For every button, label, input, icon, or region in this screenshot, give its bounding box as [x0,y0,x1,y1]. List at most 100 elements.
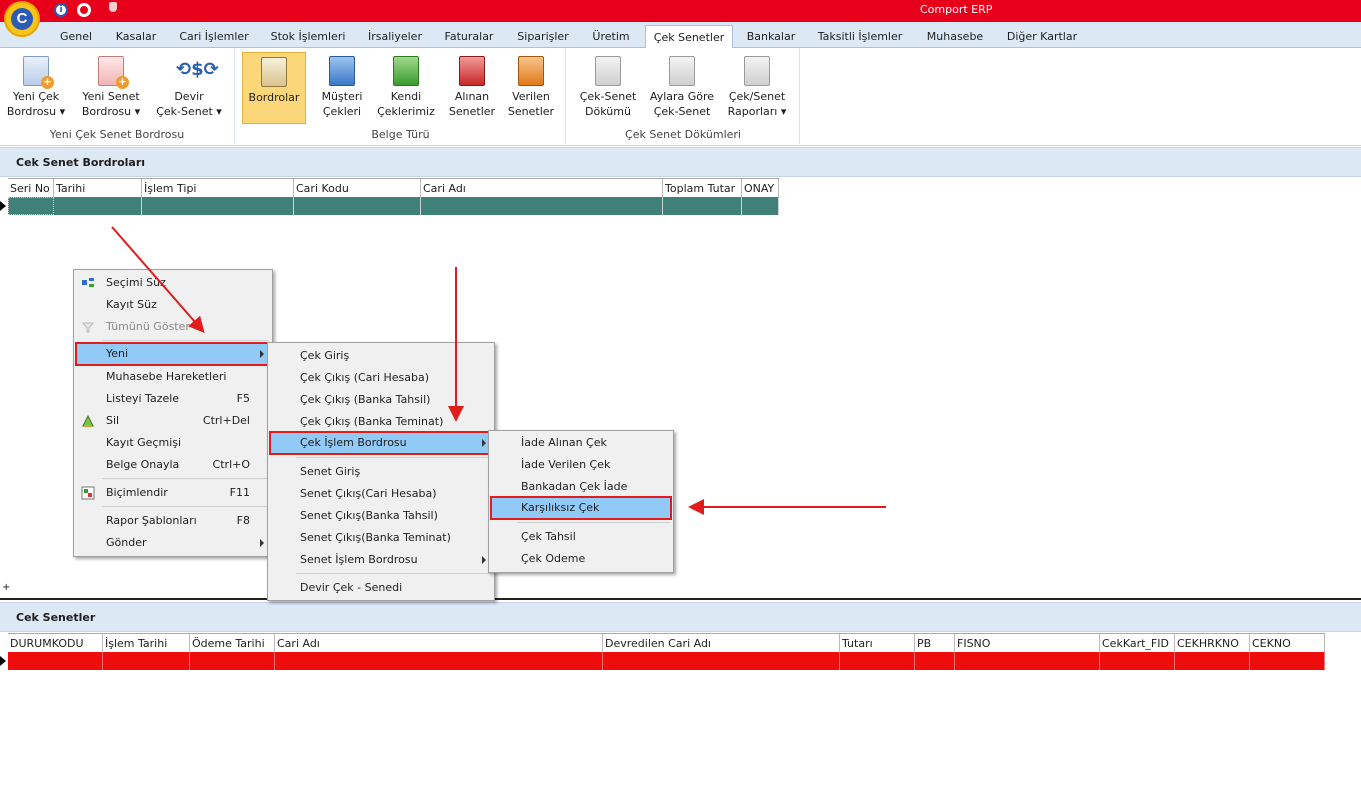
menu-item-devir-cek-senedi[interactable]: Devir Çek - Senedi [270,577,492,599]
menu-item-bicimlendir[interactable]: Biçimlendir F11 [76,482,270,504]
table-cell[interactable] [421,197,663,215]
column-header[interactable]: Tutarı [840,634,915,653]
submenu-arrow-icon [260,350,264,358]
column-header[interactable]: İşlem Tipi [142,179,294,198]
table-cell[interactable] [1175,652,1250,670]
tab-cek-senetler[interactable]: Çek Senetler [645,25,733,48]
column-header[interactable]: CEKNO [1250,634,1325,653]
menu-item-muhasebe-hareketleri[interactable]: Muhasebe Hareketleri [76,366,270,388]
bordro-selected-row[interactable] [8,197,779,215]
menu-item-sil[interactable]: Sil Ctrl+Del [76,410,270,432]
group-caption: Belge Türü [371,128,430,141]
column-header[interactable]: Devredilen Cari Adı [603,634,840,653]
table-cell[interactable] [103,652,190,670]
column-header[interactable]: Cari Kodu [294,179,421,198]
column-header[interactable]: Cari Adı [275,634,603,653]
table-cell[interactable] [142,197,294,215]
tab-muhasebe[interactable]: Muhasebe [918,25,992,48]
menu-item-gonder[interactable]: Gönder [76,532,270,554]
button-label-2: Bordrosu ▾ [6,105,66,118]
column-header[interactable]: CEKHRKNO [1175,634,1250,653]
column-header[interactable]: ONAY [742,179,779,198]
table-cell[interactable] [8,652,103,670]
menu-item-bankadan-cek-iade[interactable]: Bankadan Çek İade [491,476,671,498]
menu-item-karsiliksiz-cek[interactable]: Karşılıksız Çek [490,496,672,520]
tab-cari-islemler[interactable]: Cari İşlemler [172,25,256,48]
alinan-senetler-button[interactable]: Alınan Senetler [444,52,500,126]
submenu-arrow-icon [482,439,486,447]
menu-item-tumunu-goster[interactable]: Tümünü Göster [76,316,270,338]
table-cell[interactable] [1100,652,1175,670]
menu-item-listeyi-tazele[interactable]: Listeyi Tazele F5 [76,388,270,410]
menu-item-belge-onayla[interactable]: Belge Onayla Ctrl+O [76,454,270,476]
menu-item-iade-alinan-cek[interactable]: İade Alınan Çek [491,432,671,454]
menu-item-rapor-sablonlari[interactable]: Rapor Şablonları F8 [76,510,270,532]
menu-item-cek-cikis-banka-tahsil[interactable]: Çek Çıkış (Banka Tahsil) [270,389,492,411]
app-logo[interactable]: C [4,1,40,37]
column-header[interactable]: Tarihi [54,179,142,198]
info-icon[interactable]: i [54,3,68,17]
table-cell[interactable] [190,652,275,670]
menu-item-kayit-gecmisi[interactable]: Kayıt Geçmişi [76,432,270,454]
musteri-cekleri-button[interactable]: Müşteri Çekleri [314,52,370,126]
cek-senet-raporlari-button[interactable]: Çek/Senet Raporları ▾ [723,52,791,126]
column-header[interactable]: DURUMKODU [8,634,103,653]
tab-faturalar[interactable]: Faturalar [438,25,500,48]
table-cell[interactable] [915,652,955,670]
table-cell[interactable] [742,197,779,215]
menu-item-senet-islem-bordrosu[interactable]: Senet İşlem Bordrosu [270,549,492,571]
table-cell[interactable] [54,197,142,215]
menu-item-senet-cikis-cari[interactable]: Senet Çıkış(Cari Hesaba) [270,483,492,505]
column-header[interactable]: İşlem Tarihi [103,634,190,653]
tab-irsaliyeler[interactable]: İrsaliyeler [360,25,430,48]
menu-item-iade-verilen-cek[interactable]: İade Verilen Çek [491,454,671,476]
column-header[interactable]: Toplam Tutar [663,179,742,198]
aylara-gore-button[interactable]: Aylara Göre Çek-Senet [645,52,719,126]
column-header[interactable]: Cari Adı [421,179,663,198]
menu-item-senet-giris[interactable]: Senet Giriş [270,461,492,483]
table-cell[interactable] [840,652,915,670]
pin-icon[interactable] [109,2,117,12]
new-note-bordro-button[interactable]: Yeni Senet Bordrosu ▾ [76,52,146,126]
menu-item-cek-odeme[interactable]: Çek Odeme [491,548,671,570]
table-cell[interactable] [663,197,742,215]
senet-selected-row[interactable] [8,652,1325,670]
menu-item-senet-cikis-banka-tahsil[interactable]: Senet Çıkış(Banka Tahsil) [270,505,492,527]
column-header[interactable]: PB [915,634,955,653]
menu-item-cek-cikis-banka-teminat[interactable]: Çek Çıkış (Banka Teminat) [270,411,492,433]
column-header[interactable]: Seri No [8,179,54,198]
tab-kasalar[interactable]: Kasalar [108,25,164,48]
menu-item-cek-islem-bordrosu[interactable]: Çek İşlem Bordrosu [269,431,493,455]
tab-diger-kartlar[interactable]: Diğer Kartlar [1000,25,1084,48]
table-cell[interactable] [1250,652,1325,670]
bordrolar-button[interactable]: Bordrolar [242,52,306,124]
tab-stok-islemleri[interactable]: Stok İşlemleri [264,25,352,48]
table-cell[interactable] [8,197,54,215]
help-ring-icon[interactable] [77,3,91,17]
tab-siparisler[interactable]: Siparişler [508,25,578,48]
tab-genel[interactable]: Genel [50,25,102,48]
menu-item-yeni[interactable]: Yeni [75,342,271,366]
cek-senet-dokumu-button[interactable]: Çek-Senet Dökümü [575,52,641,126]
table-cell[interactable] [294,197,421,215]
table-cell[interactable] [275,652,603,670]
menu-item-cek-cikis-cari[interactable]: Çek Çıkış (Cari Hesaba) [270,367,492,389]
tab-taksitli-islemler[interactable]: Taksitli İşlemler [810,25,910,48]
menu-item-cek-tahsil[interactable]: Çek Tahsil [491,526,671,548]
customer-checks-icon [329,56,355,86]
table-cell[interactable] [603,652,840,670]
kendi-ceklerimiz-button[interactable]: Kendi Çeklerimiz [372,52,440,126]
menu-item-cek-giris[interactable]: Çek Giriş [270,345,492,367]
menu-item-senet-cikis-banka-teminat[interactable]: Senet Çıkış(Banka Teminat) [270,527,492,549]
column-header[interactable]: FISNO [955,634,1100,653]
column-header[interactable]: Ödeme Tarihi [190,634,275,653]
tab-uretim[interactable]: Üretim [584,25,638,48]
tab-bankalar[interactable]: Bankalar [740,25,802,48]
menu-item-secimi-suz[interactable]: Seçimi Süz [76,272,270,294]
table-cell[interactable] [955,652,1100,670]
transfer-check-note-button[interactable]: ⟲$⟳ Devir Çek-Senet ▾ [154,52,224,126]
menu-item-kayit-suz[interactable]: Kayıt Süz [76,294,270,316]
new-check-bordro-button[interactable]: Yeni Çek Bordrosu ▾ [4,52,68,126]
column-header[interactable]: CekKart_FID [1100,634,1175,653]
verilen-senetler-button[interactable]: Verilen Senetler [502,52,560,126]
